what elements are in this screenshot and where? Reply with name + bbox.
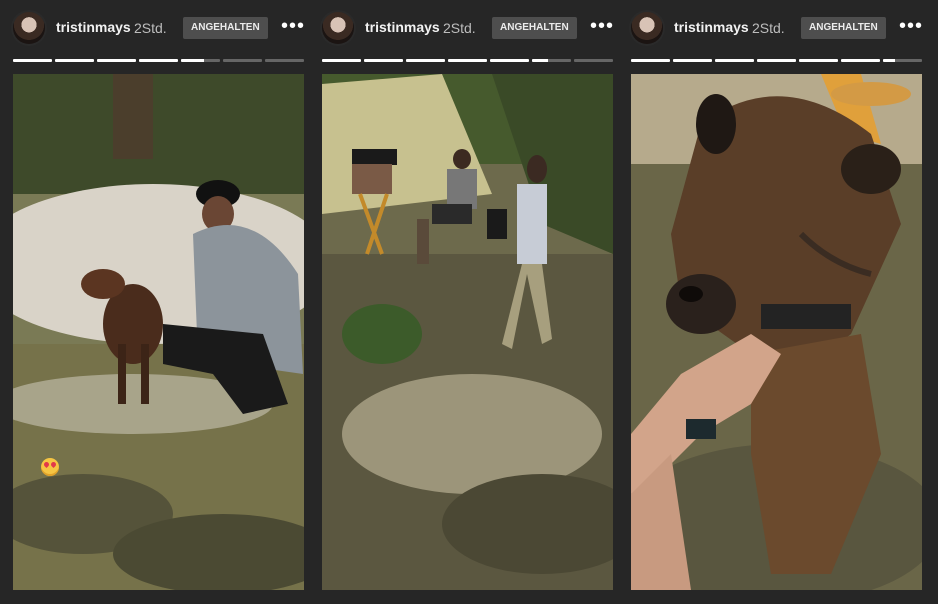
progress-fill — [364, 59, 403, 62]
photo-illustration — [631, 74, 922, 590]
photo-illustration — [13, 74, 304, 590]
timestamp: 2Std. — [134, 20, 167, 36]
progress-segment — [574, 59, 613, 62]
progress-fill — [97, 59, 136, 62]
story-photo[interactable] — [13, 74, 304, 590]
avatar[interactable] — [322, 12, 354, 44]
username[interactable]: tristinmays — [365, 19, 440, 35]
story-panel-1[interactable]: tristinmays 2Std. ANGEHALTEN ••• — [13, 0, 306, 604]
story-photo[interactable] — [631, 74, 922, 590]
progress-segment — [532, 59, 571, 62]
avatar[interactable] — [13, 12, 45, 44]
more-options-icon[interactable]: ••• — [280, 12, 306, 44]
progress-fill — [799, 59, 838, 62]
progress-segment — [883, 59, 922, 62]
progress-segment — [364, 59, 403, 62]
progress-segment — [181, 59, 220, 62]
heart-eyes-emoji-icon — [41, 458, 59, 476]
story-photo[interactable] — [322, 74, 613, 590]
progress-segment — [13, 59, 52, 62]
progress-bar — [322, 59, 613, 62]
timestamp: 2Std. — [443, 20, 476, 36]
progress-fill — [673, 59, 712, 62]
username[interactable]: tristinmays — [674, 19, 749, 35]
progress-fill — [532, 59, 548, 62]
story-panel-3[interactable]: tristinmays 2Std. ANGEHALTEN ••• — [631, 0, 924, 604]
more-options-icon[interactable]: ••• — [898, 12, 924, 44]
story-header: tristinmays 2Std. ANGEHALTEN ••• — [13, 12, 306, 44]
progress-segment — [265, 59, 304, 62]
progress-fill — [715, 59, 754, 62]
progress-segment — [223, 59, 262, 62]
progress-fill — [139, 59, 178, 62]
photo-illustration — [322, 74, 613, 590]
progress-fill — [883, 59, 895, 62]
progress-fill — [631, 59, 670, 62]
progress-fill — [13, 59, 52, 62]
progress-fill — [490, 59, 529, 62]
progress-fill — [841, 59, 880, 62]
more-options-icon[interactable]: ••• — [589, 12, 615, 44]
progress-fill — [406, 59, 445, 62]
paused-badge[interactable]: ANGEHALTEN — [183, 17, 268, 39]
progress-bar — [631, 59, 922, 62]
progress-segment — [757, 59, 796, 62]
progress-segment — [139, 59, 178, 62]
progress-fill — [55, 59, 94, 62]
story-header: tristinmays 2Std. ANGEHALTEN ••• — [322, 12, 615, 44]
progress-segment — [841, 59, 880, 62]
progress-segment — [322, 59, 361, 62]
progress-segment — [673, 59, 712, 62]
progress-bar — [13, 59, 304, 62]
progress-fill — [322, 59, 361, 62]
avatar[interactable] — [631, 12, 663, 44]
progress-fill — [181, 59, 205, 62]
story-panel-2[interactable]: tristinmays 2Std. ANGEHALTEN ••• — [322, 0, 615, 604]
progress-fill — [757, 59, 796, 62]
username[interactable]: tristinmays — [56, 19, 131, 35]
timestamp: 2Std. — [752, 20, 785, 36]
progress-segment — [448, 59, 487, 62]
progress-segment — [406, 59, 445, 62]
paused-badge[interactable]: ANGEHALTEN — [492, 17, 577, 39]
paused-badge[interactable]: ANGEHALTEN — [801, 17, 886, 39]
progress-segment — [631, 59, 670, 62]
story-header: tristinmays 2Std. ANGEHALTEN ••• — [631, 12, 924, 44]
progress-segment — [799, 59, 838, 62]
progress-segment — [490, 59, 529, 62]
progress-segment — [715, 59, 754, 62]
progress-segment — [97, 59, 136, 62]
progress-fill — [448, 59, 487, 62]
progress-segment — [55, 59, 94, 62]
